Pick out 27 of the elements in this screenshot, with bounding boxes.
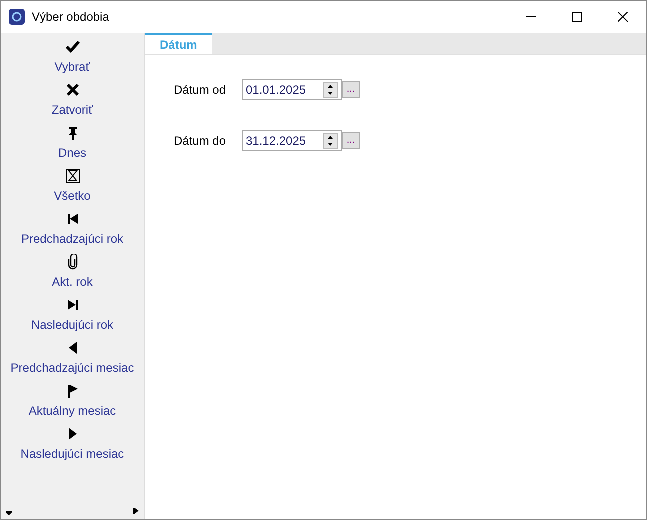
- date-picker-button[interactable]: ...: [342, 132, 360, 149]
- app-icon: [9, 9, 25, 25]
- sidebar-item[interactable]: Vybrať: [1, 37, 144, 80]
- check-icon: [64, 39, 80, 55]
- sidebar-item[interactable]: Zatvoriť: [1, 80, 144, 123]
- close-icon: [64, 82, 80, 98]
- window-title: Výber obdobia: [32, 9, 110, 26]
- sidebar-item[interactable]: Všetko: [1, 166, 144, 209]
- sidebar-item[interactable]: Nasledujúci mesiac: [1, 424, 144, 467]
- sidebar-item[interactable]: Predchadzajúci mesiac: [1, 338, 144, 381]
- date-field[interactable]: 31.12.2025: [242, 130, 342, 151]
- sidebar-item[interactable]: Aktuálny mesiac: [1, 381, 144, 424]
- sidebar-item[interactable]: Akt. rok: [1, 252, 144, 295]
- maximize-icon: [572, 12, 582, 22]
- spin-button[interactable]: [323, 132, 338, 148]
- spin-button[interactable]: [323, 82, 338, 98]
- field-label: Dátum od: [174, 82, 228, 98]
- field-label: Dátum do: [174, 132, 228, 150]
- sidebar-item[interactable]: Dnes: [1, 123, 144, 166]
- sidebar-item[interactable]: Predchadzajúci rok: [1, 209, 144, 252]
- scroll-right-icon[interactable]: [131, 508, 139, 514]
- close-icon: [618, 12, 628, 22]
- date-picker-button[interactable]: ...: [342, 81, 360, 98]
- hourglass-icon: [64, 168, 80, 184]
- date-field[interactable]: 01.01.2025: [242, 79, 342, 100]
- scroll-down-icon[interactable]: [6, 507, 12, 515]
- sidebar-item[interactable]: Nasledujúci rok: [1, 295, 144, 338]
